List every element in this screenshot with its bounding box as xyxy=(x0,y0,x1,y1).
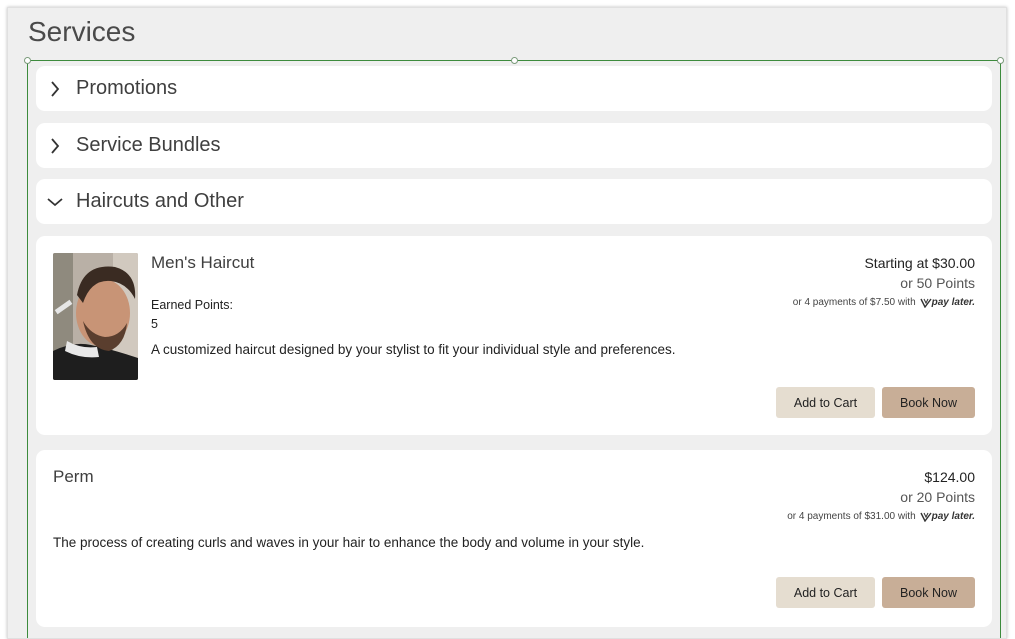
category-haircuts-and-other[interactable]: Haircuts and Other xyxy=(36,179,992,224)
service-name: Men's Haircut xyxy=(151,253,255,272)
installments-text: or 4 payments of $7.50 with xyxy=(792,297,916,308)
add-to-cart-button[interactable]: Add to Cart xyxy=(776,387,875,418)
service-card-mens-haircut: Men's Haircut Earned Points: 5 A customi… xyxy=(36,236,992,435)
service-image xyxy=(53,253,138,380)
service-price: $124.00 xyxy=(924,469,975,485)
chevron-down-icon xyxy=(46,193,64,211)
chevron-right-icon xyxy=(46,137,64,155)
service-price: Starting at $30.00 xyxy=(864,255,975,271)
service-description: A customized haircut designed by your st… xyxy=(151,342,676,357)
resize-handle-top-left[interactable] xyxy=(24,57,31,64)
book-now-button[interactable]: Book Now xyxy=(882,387,975,418)
services-window: Services Promotions Service Bundles Hair… xyxy=(7,7,1007,639)
resize-handle-top-center[interactable] xyxy=(511,57,518,64)
book-now-button[interactable]: Book Now xyxy=(882,577,975,608)
earned-points-label: Earned Points: xyxy=(151,298,233,312)
services-list-frame: Promotions Service Bundles Haircuts and … xyxy=(24,57,1004,638)
installments-text: or 4 payments of $31.00 with xyxy=(787,511,916,522)
page-title: Services xyxy=(28,16,136,47)
resize-handle-top-right[interactable] xyxy=(997,57,1004,64)
pay-later-installments: or 4 payments of $7.50 with pay later. xyxy=(793,297,975,308)
category-service-bundles[interactable]: Service Bundles xyxy=(36,123,992,168)
category-label: Haircuts and Other xyxy=(76,190,244,212)
service-name: Perm xyxy=(53,467,94,486)
pay-later-logo-text: pay later. xyxy=(931,297,975,308)
chevron-right-icon xyxy=(46,80,64,98)
service-points: or 20 Points xyxy=(900,489,975,505)
service-card-perm: Perm The process of creating curls and w… xyxy=(36,450,992,627)
category-promotions[interactable]: Promotions xyxy=(36,66,992,111)
pay-later-installments: or 4 payments of $31.00 with pay later. xyxy=(787,511,975,522)
service-points: or 50 Points xyxy=(900,275,975,291)
pay-later-logo: pay later. xyxy=(920,511,975,522)
category-label: Promotions xyxy=(76,77,178,99)
category-label: Service Bundles xyxy=(76,134,221,156)
service-description: The process of creating curls and waves … xyxy=(53,535,645,550)
pay-later-logo-text: pay later. xyxy=(931,511,975,522)
add-to-cart-button[interactable]: Add to Cart xyxy=(776,577,875,608)
earned-points-value: 5 xyxy=(151,317,158,331)
pay-later-logo: pay later. xyxy=(920,297,975,308)
